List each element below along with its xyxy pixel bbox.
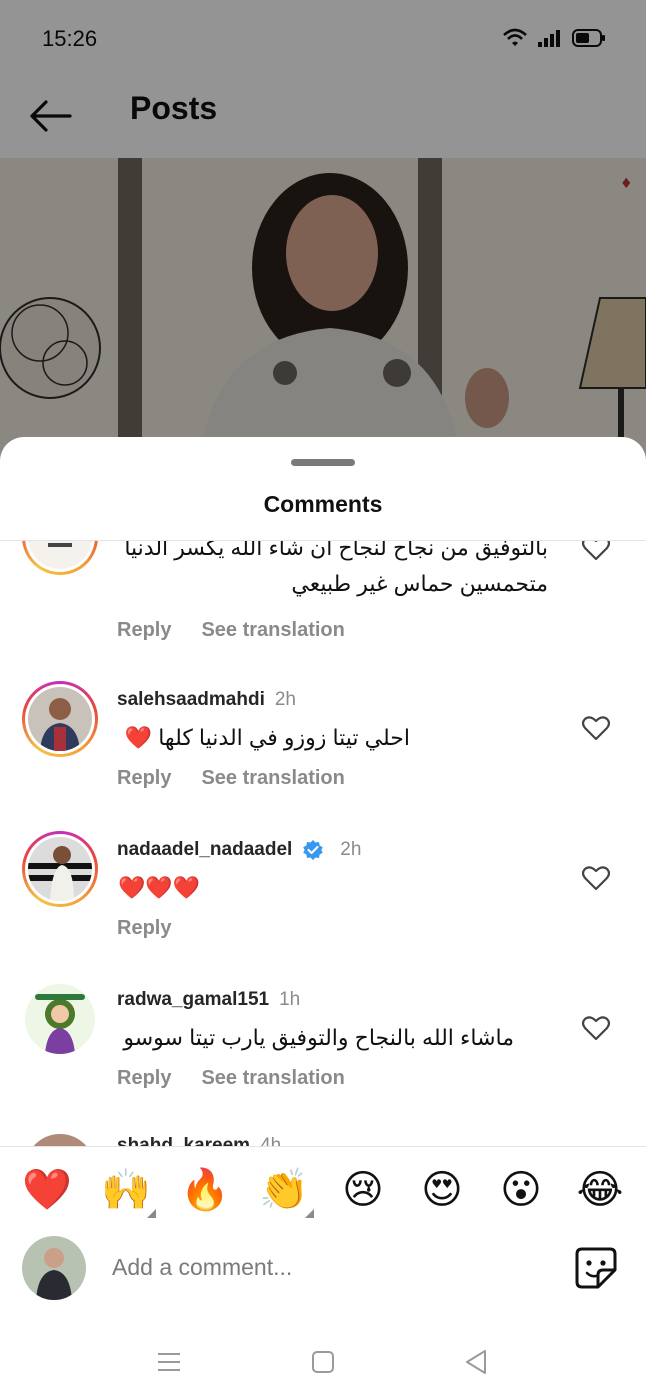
comment-time: 2h: [274, 689, 296, 710]
nav-menu-button[interactable]: [151, 1344, 187, 1380]
reaction-clapping[interactable]: 👏: [256, 1160, 314, 1220]
username[interactable]: radwa_gamal151: [117, 989, 269, 1011]
sheet-title: Comments: [263, 491, 383, 517]
username[interactable]: salehsaadmahdi: [117, 689, 265, 711]
comment-time: 2h: [340, 839, 362, 860]
avatar[interactable]: [25, 1134, 95, 1146]
reaction-surprised[interactable]: 😮: [493, 1160, 549, 1220]
back-triangle-icon: [466, 1350, 486, 1374]
divider: [0, 1146, 646, 1147]
nav-home-button[interactable]: [305, 1344, 341, 1380]
verified-badge-icon: [303, 840, 324, 860]
reaction-fire[interactable]: 🔥: [177, 1160, 233, 1220]
like-heart-icon[interactable]: [582, 715, 610, 741]
username[interactable]: shahd_kareem: [117, 1135, 250, 1146]
avatar[interactable]: [22, 681, 98, 757]
menu-icon: [158, 1353, 180, 1371]
comment-text: ماشاء الله بالنجاح والتوفيق يارب تيتا سو…: [123, 1025, 514, 1050]
comment-time: 4h: [260, 1135, 282, 1146]
current-user-avatar: [22, 1236, 86, 1300]
comment-actions: Reply See translation: [117, 619, 345, 642]
avatar[interactable]: [25, 984, 95, 1054]
avatar[interactable]: [22, 831, 98, 907]
comment-item: salehsaadmahdi 2h احلي تيتا زوزو في الدن…: [0, 681, 646, 831]
comment-composer: [0, 1232, 646, 1302]
home-square-icon: [312, 1351, 334, 1373]
drag-handle[interactable]: [291, 459, 355, 466]
comment-header: radwa_gamal151 1h: [117, 989, 300, 1011]
username[interactable]: nadaadel_nadaadel: [117, 839, 292, 861]
sticker-icon[interactable]: [574, 1246, 618, 1290]
comment-header: nadaadel_nadaadel 2h: [117, 839, 361, 861]
see-translation-button[interactable]: See translation: [201, 767, 344, 790]
more-options-icon: [147, 1209, 156, 1218]
comment-header: salehsaadmahdi 2h: [117, 689, 296, 711]
like-heart-icon[interactable]: [582, 1015, 610, 1041]
comment-text: احلي تيتا زوزو في الدنيا كلها ❤️: [124, 725, 410, 750]
comment-actions: Reply: [117, 917, 171, 940]
reaction-crying[interactable]: 😢: [335, 1160, 391, 1220]
comment-item: shahd_kareem 4h: [0, 1131, 646, 1146]
comment-text: متحمسين حماس غير طبيعي: [291, 571, 548, 596]
comment-list[interactable]: بالتوفيق من نجاح لنجاح ان شاء الله يكسر …: [0, 541, 646, 1146]
comment-input[interactable]: [112, 1250, 552, 1284]
comment-text: بالتوفيق من نجاح لنجاح ان شاء الله يكسر …: [124, 541, 548, 560]
see-translation-button[interactable]: See translation: [201, 1067, 344, 1090]
comment-time: 1h: [279, 989, 301, 1010]
nav-back-button[interactable]: [458, 1344, 494, 1380]
post-view: 15:26 Posts ♦: [0, 0, 646, 470]
quick-reactions: ❤️ 🙌 🔥 👏 😢 😍 😮 😂: [0, 1160, 646, 1222]
reaction-raising-hands[interactable]: 🙌: [98, 1160, 156, 1220]
comment-header: shahd_kareem 4h: [117, 1135, 281, 1146]
reply-button[interactable]: Reply: [117, 619, 171, 642]
see-translation-button[interactable]: See translation: [201, 619, 344, 642]
reaction-heart[interactable]: ❤️: [19, 1160, 75, 1220]
like-heart-icon[interactable]: [582, 541, 610, 561]
reaction-laughing[interactable]: 😂: [572, 1160, 628, 1220]
comment-text: ❤️❤️❤️: [118, 875, 201, 900]
avatar[interactable]: [22, 541, 98, 575]
reply-button[interactable]: Reply: [117, 917, 171, 940]
comment-actions: Reply See translation: [117, 1067, 345, 1090]
comment-item: nadaadel_nadaadel 2h ❤️❤️❤️ Reply: [0, 831, 646, 981]
reaction-heart-eyes[interactable]: 😍: [414, 1160, 470, 1220]
comment-item: بالتوفيق من نجاح لنجاح ان شاء الله يكسر …: [0, 541, 646, 641]
dim-overlay: [0, 0, 646, 470]
system-nav-bar: [0, 1322, 646, 1400]
more-options-icon: [305, 1209, 314, 1218]
reply-button[interactable]: Reply: [117, 767, 171, 790]
reply-button[interactable]: Reply: [117, 1067, 171, 1090]
comment-item: radwa_gamal151 1h ماشاء الله بالنجاح وال…: [0, 981, 646, 1131]
comment-actions: Reply See translation: [117, 767, 345, 790]
like-heart-icon[interactable]: [582, 865, 610, 891]
